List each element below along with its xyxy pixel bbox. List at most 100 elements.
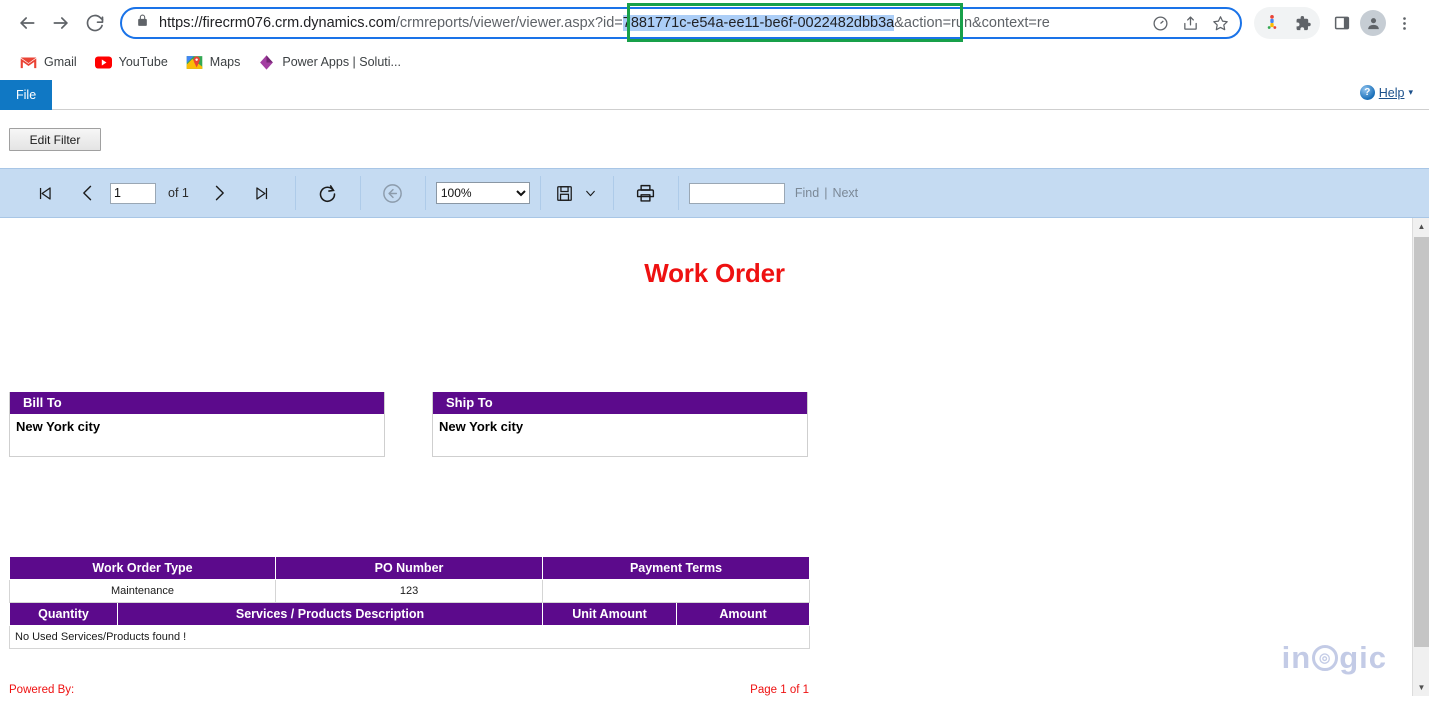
omnibox-actions <box>1146 9 1234 37</box>
bookmark-power-apps[interactable]: Power Apps | Soluti... <box>250 50 409 75</box>
scrollbar-thumb[interactable] <box>1414 237 1429 647</box>
report-footer: Powered By: Page 1 of 1 <box>9 684 809 696</box>
reload-button[interactable] <box>78 6 112 40</box>
scroll-up-arrow-icon[interactable]: ▲ <box>1413 218 1429 235</box>
ship-to-box: Ship To New York city <box>432 392 808 457</box>
save-export-icon[interactable] <box>551 176 579 210</box>
report-title: Work Order <box>0 258 1429 289</box>
toolbar-divider <box>540 176 541 210</box>
items-header-cell: Services / Products Description <box>118 603 543 626</box>
extensions-puzzle-icon[interactable] <box>1287 8 1317 38</box>
address-bar[interactable]: https://firecrm076.crm.dynamics.com/crmr… <box>120 7 1242 39</box>
find-input[interactable] <box>689 183 785 204</box>
bookmark-label: Maps <box>210 55 241 69</box>
page-indicator: Page 1 of 1 <box>750 684 809 696</box>
summary-value-cell: 123 <box>276 580 543 603</box>
url-text: https://firecrm076.crm.dynamics.com/crmr… <box>159 15 1142 31</box>
toolbar-divider <box>678 176 679 210</box>
summary-value-cell: Maintenance <box>10 580 276 603</box>
inogic-watermark: in◎gic <box>1282 640 1387 676</box>
back-to-parent-report-icon <box>371 176 415 210</box>
last-page-icon[interactable] <box>241 176 285 210</box>
scroll-down-arrow-icon[interactable]: ▼ <box>1413 679 1429 696</box>
bookmark-gmail[interactable]: Gmail <box>12 50 85 75</box>
file-tab-label: File <box>16 88 36 102</box>
profile-pill-group <box>1254 7 1320 39</box>
edit-filter-button[interactable]: Edit Filter <box>9 128 101 151</box>
bookmark-youtube[interactable]: YouTube <box>87 50 176 75</box>
crm-report-viewer-page: File ? Help ▾ Edit Filter of 1 <box>0 80 1429 719</box>
toolbar-divider <box>425 176 426 210</box>
refresh-icon[interactable] <box>306 176 350 210</box>
export-dropdown-chevron-down-icon[interactable] <box>579 176 603 210</box>
items-empty-message: No Used Services/Products found ! <box>10 626 810 649</box>
report-vertical-scrollbar[interactable]: ▲ ▼ <box>1412 218 1429 696</box>
bill-to-header: Bill To <box>10 392 384 414</box>
gmail-icon <box>20 54 37 71</box>
summary-header-cell: Work Order Type <box>10 557 276 580</box>
toolbar-divider <box>360 176 361 210</box>
bookmark-label: YouTube <box>119 55 168 69</box>
bookmark-label: Power Apps | Soluti... <box>282 55 401 69</box>
next-page-icon[interactable] <box>197 176 241 210</box>
avatar <box>1360 10 1386 36</box>
power-apps-icon <box>258 54 275 71</box>
find-separator: | <box>824 186 827 200</box>
items-header-row: Quantity Services / Products Description… <box>10 603 810 626</box>
chevron-down-icon: ▾ <box>1408 87 1413 98</box>
browser-nav-bar: https://firecrm076.crm.dynamics.com/crmr… <box>0 0 1429 46</box>
work-order-table: Work Order Type PO Number Payment Terms … <box>9 556 810 649</box>
summary-header-cell: PO Number <box>276 557 543 580</box>
toolbar-divider <box>295 176 296 210</box>
page-number-input[interactable] <box>110 183 156 204</box>
forward-button[interactable] <box>44 6 78 40</box>
url-path: /crmreports/viewer/viewer.aspx <box>396 15 595 31</box>
first-page-icon[interactable] <box>22 176 66 210</box>
previous-page-icon[interactable] <box>66 176 110 210</box>
find-button[interactable]: Find <box>795 186 819 200</box>
help-link[interactable]: ? Help ▾ <box>1360 85 1413 100</box>
ship-to-address: New York city <box>433 414 807 456</box>
share-icon[interactable] <box>1176 9 1204 37</box>
report-viewer-toolbar: of 1 100% Find | N <box>0 168 1429 218</box>
browser-toolbar-right <box>1254 7 1419 39</box>
back-button[interactable] <box>10 6 44 40</box>
youtube-icon <box>95 54 112 71</box>
items-header-cell: Quantity <box>10 603 118 626</box>
bill-to-box: Bill To New York city <box>9 392 385 457</box>
summary-header-row: Work Order Type PO Number Payment Terms <box>10 557 810 580</box>
google-maps-icon <box>186 54 203 71</box>
items-header-cell: Amount <box>677 603 810 626</box>
watermark-ring-icon: ◎ <box>1312 645 1338 671</box>
report-canvas: Work Order Bill To New York city Ship To… <box>0 218 1429 696</box>
speedometer-icon[interactable] <box>1146 9 1174 37</box>
toolbar-divider <box>613 176 614 210</box>
url-selected-id: 7881771c-e54a-ee11-be6f-0022482dbb3a <box>623 15 894 31</box>
zoom-select[interactable]: 100% <box>436 182 530 204</box>
browser-chrome: https://firecrm076.crm.dynamics.com/crmr… <box>0 0 1429 80</box>
summary-header-cell: Payment Terms <box>543 557 810 580</box>
items-empty-row: No Used Services/Products found ! <box>10 626 810 649</box>
summary-value-cell <box>543 580 810 603</box>
side-panel-icon[interactable] <box>1327 8 1357 38</box>
help-label: Help <box>1379 86 1405 100</box>
watermark-suffix: gic <box>1339 640 1387 676</box>
tab-file[interactable]: File <box>0 80 52 110</box>
url-query-suffix: &action=run&context=re <box>894 15 1050 31</box>
account-avatar-icon[interactable] <box>1358 8 1388 38</box>
print-icon[interactable] <box>624 176 668 210</box>
ship-to-header: Ship To <box>433 392 807 414</box>
url-query-prefix: ?id= <box>595 15 623 31</box>
bookmark-label: Gmail <box>44 55 77 69</box>
chrome-menu-icon[interactable] <box>1389 8 1419 38</box>
powered-by-label: Powered By: <box>9 684 74 696</box>
items-header-cell: Unit Amount <box>543 603 677 626</box>
bookmark-maps[interactable]: Maps <box>178 50 249 75</box>
bookmark-star-icon[interactable] <box>1206 9 1234 37</box>
summary-value-row: Maintenance 123 <box>10 580 810 603</box>
page-count-label: of 1 <box>168 186 189 200</box>
find-next-button[interactable]: Next <box>832 186 858 200</box>
profile-rocket-icon[interactable] <box>1257 8 1287 38</box>
bookmarks-bar: Gmail YouTube Maps <box>0 46 1429 78</box>
help-circle-icon: ? <box>1360 85 1375 100</box>
